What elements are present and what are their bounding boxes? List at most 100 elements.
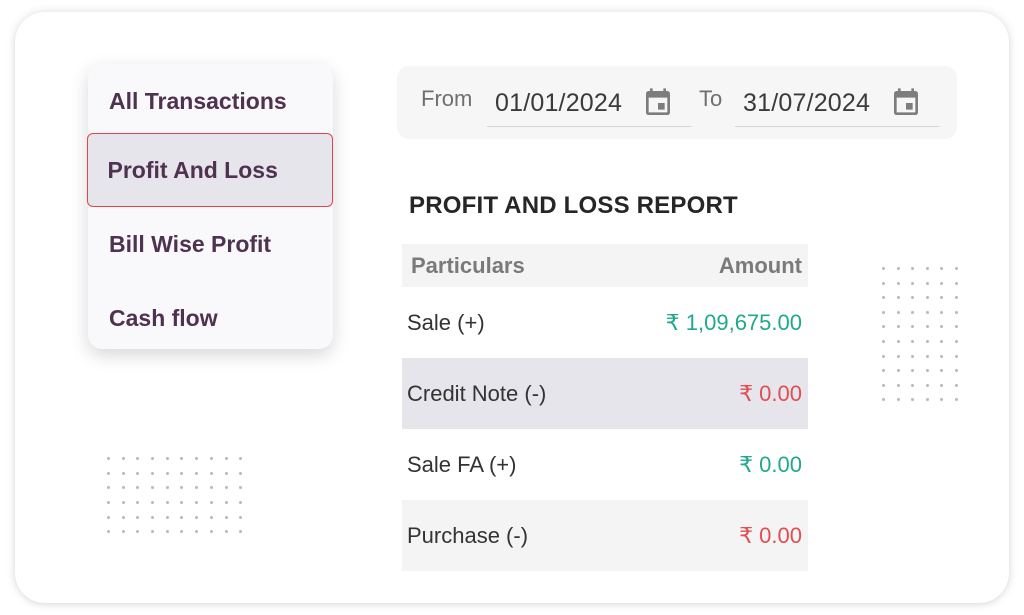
decorative-dot: [911, 383, 915, 387]
decorative-dot: [121, 471, 125, 475]
decorative-dot: [896, 296, 900, 300]
decorative-dot: [209, 530, 213, 534]
decorative-dot: [954, 354, 958, 358]
decorative-dot: [896, 398, 900, 402]
decorative-dot: [940, 296, 944, 300]
decorative-dot: [136, 515, 140, 519]
decorative-dot: [954, 281, 958, 285]
decorative-dot: [121, 486, 125, 490]
decorative-dot: [896, 383, 900, 387]
decorative-dot: [882, 267, 885, 270]
decorative-dot: [940, 281, 944, 285]
decorative-dot: [896, 325, 900, 329]
decorative-dot: [882, 339, 885, 343]
menu-item-cash-flow[interactable]: Cash flow: [88, 281, 333, 355]
decorative-dot: [224, 457, 228, 460]
decorative-dot: [107, 515, 110, 519]
decorative-dot: [224, 515, 228, 519]
to-label: To: [699, 86, 723, 111]
decorative-dot-grid-left: [107, 457, 243, 534]
decorative-dot: [136, 457, 140, 460]
report-title: PROFIT AND LOSS REPORT: [409, 192, 738, 219]
decorative-dot: [882, 310, 885, 314]
decorative-dot: [136, 486, 140, 490]
decorative-dot: [940, 267, 944, 270]
to-date-value: 31/07/2024: [743, 88, 871, 117]
decorative-dot: [180, 457, 184, 460]
row-particular: Purchase (-): [407, 522, 529, 548]
decorative-dot: [195, 530, 199, 534]
decorative-dot: [925, 267, 929, 270]
decorative-dot: [882, 398, 885, 402]
table-row: Sale (+) ₹ 1,09,675.00: [402, 287, 808, 358]
row-amount: ₹ 0.00: [739, 522, 802, 548]
decorative-dot: [911, 369, 915, 373]
decorative-dot: [954, 296, 958, 300]
table-row: Purchase (-) ₹ 0.00: [402, 500, 808, 571]
decorative-dot: [151, 515, 155, 519]
decorative-dot: [911, 354, 915, 358]
decorative-dot: [940, 310, 944, 314]
decorative-dot: [151, 501, 155, 505]
decorative-dot: [239, 501, 243, 505]
column-header-particulars: Particulars: [411, 252, 525, 278]
decorative-dot: [954, 369, 958, 373]
decorative-dot: [896, 339, 900, 343]
decorative-dot: [925, 383, 929, 387]
from-calendar-icon[interactable]: [642, 86, 674, 120]
decorative-dot: [180, 515, 184, 519]
decorative-dot: [925, 339, 929, 343]
decorative-dot: [165, 486, 169, 490]
decorative-dot: [224, 501, 228, 505]
decorative-dot: [911, 296, 915, 300]
decorative-dot: [239, 515, 243, 519]
decorative-dot: [165, 471, 169, 475]
decorative-dot: [151, 486, 155, 490]
decorative-dot: [882, 296, 885, 300]
decorative-dot: [107, 471, 110, 475]
menu-item-profit-and-loss[interactable]: Profit And Loss: [87, 133, 333, 207]
row-amount: ₹ 0.00: [739, 380, 802, 406]
decorative-dot: [151, 457, 155, 460]
decorative-dot: [882, 325, 885, 329]
menu-item-bill-wise-profit[interactable]: Bill Wise Profit: [88, 207, 333, 281]
decorative-dot: [209, 457, 213, 460]
row-amount: ₹ 0.00: [739, 451, 802, 477]
decorative-dot: [151, 530, 155, 534]
decorative-dot: [165, 530, 169, 534]
decorative-dot: [954, 325, 958, 329]
decorative-dot: [180, 501, 184, 505]
decorative-dot: [107, 530, 110, 534]
decorative-dot: [121, 515, 125, 519]
decorative-dot: [925, 296, 929, 300]
from-date-value: 01/01/2024: [495, 88, 623, 117]
decorative-dot: [925, 281, 929, 285]
row-particular: Sale FA (+): [407, 451, 517, 477]
menu-item-all-transactions[interactable]: All Transactions: [88, 64, 333, 138]
decorative-dot: [209, 515, 213, 519]
to-calendar-icon[interactable]: [890, 86, 922, 120]
decorative-dot: [239, 457, 243, 460]
decorative-dot: [896, 267, 900, 270]
decorative-dot: [911, 267, 915, 270]
decorative-dot: [209, 486, 213, 490]
decorative-dot: [136, 530, 140, 534]
decorative-dot: [136, 471, 140, 475]
decorative-dot: [954, 310, 958, 314]
decorative-dot: [209, 471, 213, 475]
decorative-dot: [136, 501, 140, 505]
decorative-dot: [151, 471, 155, 475]
decorative-dot: [224, 530, 228, 534]
decorative-dot: [925, 369, 929, 373]
decorative-dot: [954, 383, 958, 387]
decorative-dot: [911, 310, 915, 314]
from-label: From: [421, 86, 473, 111]
decorative-dot: [180, 530, 184, 534]
decorative-dot: [195, 501, 199, 505]
row-particular: Sale (+): [407, 309, 485, 335]
decorative-dot: [107, 486, 110, 490]
table-header: Particulars Amount: [402, 244, 808, 287]
decorative-dot: [940, 398, 944, 402]
row-particular: Credit Note (-): [407, 380, 547, 406]
row-amount: ₹ 1,09,675.00: [665, 309, 802, 335]
